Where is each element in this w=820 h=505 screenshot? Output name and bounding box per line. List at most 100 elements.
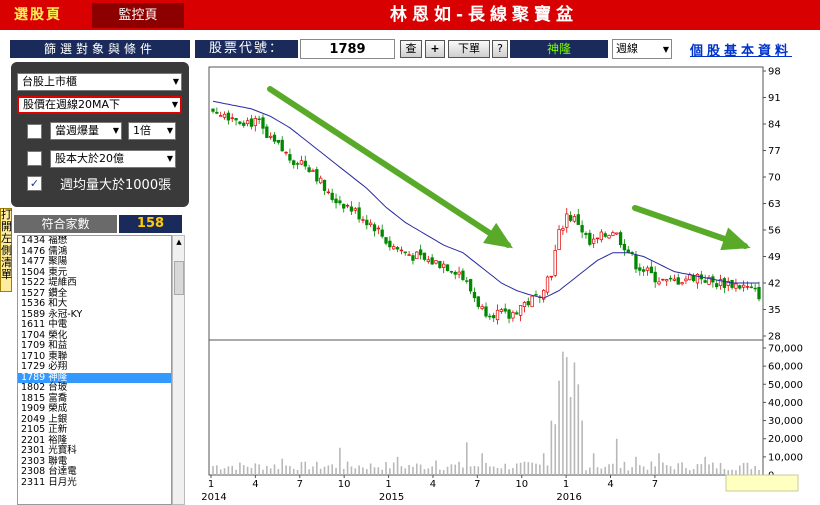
candle-body [611, 232, 615, 236]
capital-checkbox[interactable] [27, 151, 42, 166]
price-tick-label: 56 [768, 226, 781, 237]
volume-bar [696, 464, 699, 475]
candle-body [388, 240, 392, 248]
volume-bar [331, 464, 333, 475]
volume-bar [719, 462, 722, 475]
volume-bar [673, 469, 676, 475]
candle-body [319, 177, 323, 184]
volume-bar [558, 380, 560, 475]
volume-tick-label: 70,000 [768, 344, 803, 355]
candle-body [276, 139, 281, 143]
volume-tick-label: 50,000 [768, 380, 803, 391]
volume-bar [646, 469, 649, 475]
volume-bar [419, 464, 422, 475]
candle-body [676, 277, 680, 285]
order-button[interactable]: 下單 [448, 40, 490, 58]
volume-bar [658, 453, 660, 475]
search-button[interactable]: 查 [400, 40, 422, 58]
list-item[interactable]: 1802 台玻 [18, 382, 171, 394]
candle-body [588, 232, 592, 245]
volume-bar [369, 463, 372, 475]
candle-body [649, 266, 653, 274]
stock-result-list[interactable]: 1434 福懋 1476 儒鴻 1477 聚陽 1504 東元 1522 堤維西 1527… [17, 235, 172, 505]
candle-body [418, 249, 423, 256]
candle-body [245, 120, 250, 125]
candle-body [399, 249, 404, 252]
volume-bar [600, 468, 603, 475]
volume-bar [327, 465, 330, 475]
stock-code-input[interactable] [300, 39, 395, 59]
candle-body [557, 229, 561, 250]
volume-bar [735, 470, 737, 475]
candle-body [215, 111, 219, 114]
list-item[interactable]: 1536 和大 [18, 298, 171, 310]
candle-body [280, 139, 284, 152]
chart-scroll-strip[interactable] [725, 474, 799, 492]
list-scrollbar[interactable]: ▲ [172, 235, 185, 505]
volume-bar [565, 357, 568, 475]
volume-bar [227, 466, 230, 475]
x-tick-label: 10 [338, 479, 351, 490]
ma-condition-select[interactable]: 股價在週線20MA下 ▼ [17, 96, 182, 114]
candle-body [511, 312, 515, 319]
market-select[interactable]: 台股上市櫃 ▼ [17, 73, 182, 91]
list-item[interactable]: 1611 中電 [18, 319, 171, 331]
candle-body [353, 208, 357, 211]
list-item[interactable]: 2105 正新 [18, 424, 171, 436]
candle-body [741, 284, 746, 288]
candle-body [680, 282, 684, 285]
volume-bar [608, 464, 610, 475]
tab-select-page[interactable]: 選股頁 [0, 0, 85, 30]
list-item[interactable]: 2308 台達電 [18, 466, 171, 478]
candle-body [691, 275, 696, 282]
volume-bar [700, 464, 703, 475]
volume-bar [692, 469, 695, 475]
volume-checkbox[interactable] [27, 124, 42, 139]
scroll-thumb[interactable] [174, 261, 184, 295]
x-tick-label: 1 [208, 479, 214, 490]
candle-body [492, 315, 496, 319]
tab-monitor-page[interactable]: 監控頁 [92, 3, 184, 28]
candle-body [349, 206, 354, 212]
list-item[interactable]: 1709 和益 [18, 340, 171, 352]
list-item[interactable]: 1434 福懋 [18, 236, 171, 247]
weekly-volume-checkbox[interactable]: ✓ [27, 176, 42, 191]
stock-profile-link[interactable]: 個股基本資料 [690, 40, 792, 59]
period-select[interactable]: 週線 ▼ [612, 39, 672, 59]
open-side-list-tab[interactable]: 打開左側清單 [0, 208, 12, 292]
volume-bar [316, 461, 318, 475]
list-item[interactable]: 1909 榮成 [18, 403, 171, 415]
capital-select[interactable]: 股本大於20億 ▼ [50, 150, 176, 168]
volume-bar [223, 468, 226, 475]
volume-bar [515, 463, 518, 475]
list-item[interactable]: 1729 必翔 [18, 361, 171, 373]
candle-body [488, 315, 492, 318]
candle-body [499, 309, 504, 312]
multiplier-select[interactable]: 1倍 ▼ [128, 122, 176, 140]
volume-bar [246, 466, 249, 475]
candle-body [380, 229, 384, 237]
candle-body [530, 295, 534, 308]
candle-body [392, 246, 396, 250]
volume-bar [523, 461, 526, 475]
candle-body [657, 281, 661, 285]
candle-body [449, 271, 454, 273]
add-button[interactable]: + [425, 40, 445, 58]
volume-bar [650, 461, 653, 475]
volume-type-select[interactable]: 當週爆量 ▼ [50, 122, 122, 140]
list-item[interactable]: 2311 日月光 [18, 477, 171, 489]
stock-chart[interactable]: 989184777063564942352870,00060,00050,000… [190, 62, 820, 505]
volume-tick-label: 20,000 [768, 434, 803, 445]
chevron-down-icon: ▼ [662, 45, 669, 54]
list-item[interactable]: 1522 堤維西 [18, 277, 171, 289]
volume-bar [715, 468, 718, 475]
help-button[interactable]: ? [492, 40, 508, 58]
list-item[interactable]: 1477 聚陽 [18, 256, 171, 268]
volume-bar [688, 470, 691, 475]
price-tick-label: 84 [768, 120, 781, 131]
list-item[interactable]: 2301 光寶科 [18, 445, 171, 457]
volume-bar [292, 468, 295, 475]
scroll-up-icon[interactable]: ▲ [174, 237, 184, 247]
candle-body [226, 112, 231, 121]
candle-body [253, 118, 257, 126]
